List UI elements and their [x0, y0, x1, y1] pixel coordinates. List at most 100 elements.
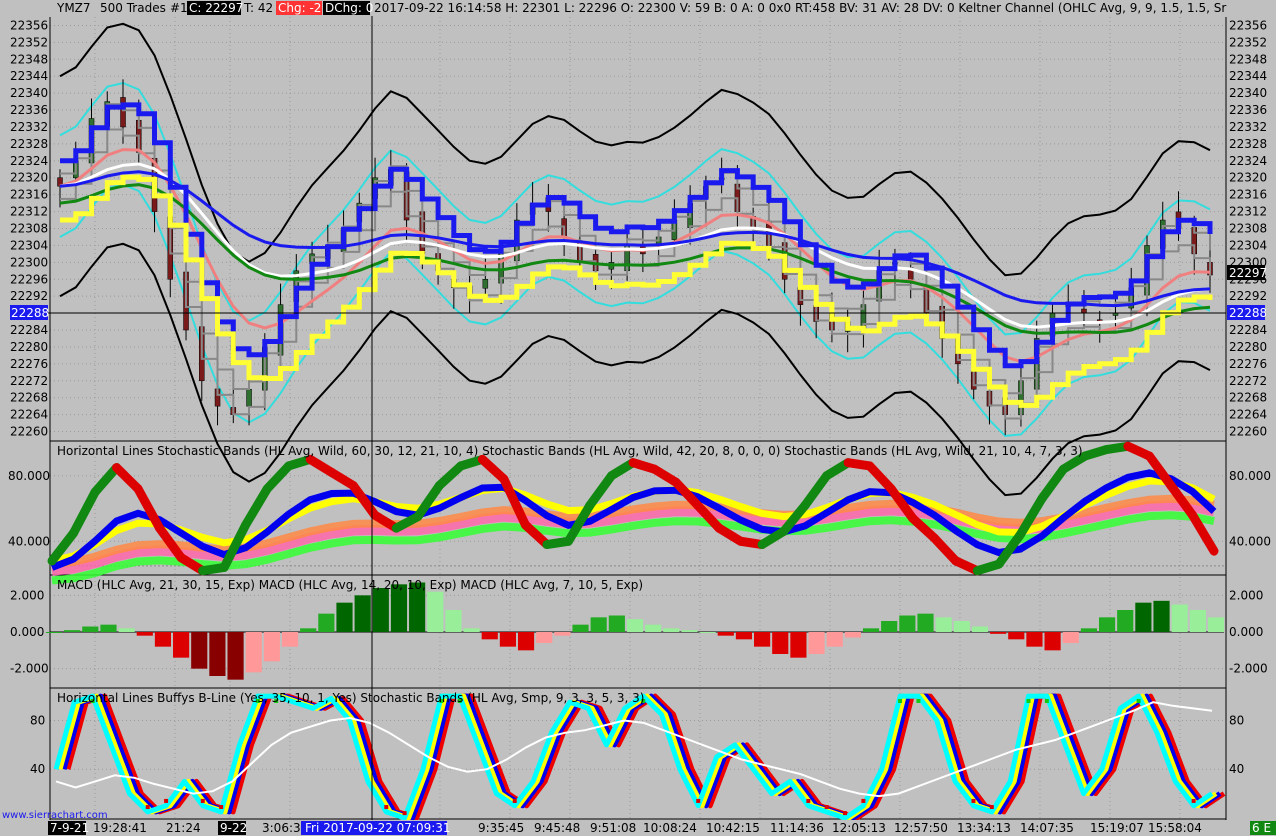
price-tick-label-right: 22276	[1229, 357, 1267, 371]
buffy-dot-red	[989, 805, 994, 810]
stoch-tick-label-right: 80.000	[1229, 469, 1271, 483]
buffy-dot-red	[164, 798, 169, 803]
buffy-tick-label-right: 40	[1229, 762, 1244, 776]
macd-bar-negative	[536, 632, 553, 643]
macd-bar-positive	[118, 628, 135, 632]
macd-bar-positive	[1135, 602, 1152, 632]
macd-tick-label-right: -2.000	[1229, 662, 1268, 676]
macd-bar-negative	[227, 632, 244, 680]
header-chg: Chg: -2	[278, 1, 321, 15]
macd-bar-positive	[1171, 604, 1188, 632]
macd-bar-positive	[1098, 617, 1116, 632]
time-tick-label: 10:08:24	[643, 821, 697, 835]
macd-bar-positive	[445, 610, 462, 632]
macd-tick-label-left: 0.000	[10, 625, 44, 639]
buffy-dot-red	[843, 811, 848, 816]
macd-bar-positive	[935, 617, 952, 632]
macd-bar-negative	[772, 632, 789, 654]
price-tick-label-left: 22260	[10, 425, 48, 439]
watermark: www.sierrachart.com	[2, 810, 108, 821]
macd-bar-positive	[899, 615, 916, 632]
time-tick-label: 14:07:35	[1020, 821, 1074, 835]
buffy-dot-green	[916, 698, 921, 703]
macd-bar-negative	[1044, 632, 1061, 651]
macd-bar-positive	[1189, 610, 1206, 632]
time-tick-label: 9:45:48	[534, 821, 580, 835]
time-tick-label: 21:24	[166, 821, 201, 835]
macd-bar-positive	[590, 617, 607, 632]
buffy-dot-red	[861, 798, 866, 803]
macd-bar-positive	[82, 626, 99, 632]
macd-bar-negative	[263, 632, 280, 662]
price-tick-label-right: 22284	[1229, 323, 1267, 337]
stoch-tick-label-left: 40.000	[8, 534, 50, 548]
macd-bar-negative	[499, 632, 516, 647]
price-tick-label-left: 22304	[10, 238, 48, 252]
macd-bar-negative	[826, 632, 843, 647]
stoch-pane-title: Horizontal Lines Stochastic Bands (HL Av…	[57, 444, 1083, 458]
macd-bar-positive	[1117, 610, 1134, 632]
macd-bar-negative	[717, 632, 734, 636]
price-tick-label-right: 22304	[1229, 238, 1267, 252]
macd-bar-negative	[1062, 632, 1079, 643]
macd-bar-positive	[663, 628, 680, 632]
macd-bar-positive	[572, 624, 589, 632]
macd-bar-negative	[844, 632, 861, 638]
time-tick-label: 13:34:13	[957, 821, 1011, 835]
price-tick-label-right: 22264	[1229, 408, 1267, 422]
macd-bar-positive	[1153, 600, 1170, 632]
macd-bar-negative	[191, 632, 208, 669]
macd-bar-negative	[554, 632, 571, 636]
macd-bar-positive	[953, 621, 970, 632]
time-tick-label: 3:06:3	[262, 821, 301, 835]
buffy-dot-red	[806, 798, 811, 803]
price-tick-label-left: 22324	[10, 154, 48, 168]
current-price-tag: 22297	[1229, 266, 1267, 280]
time-tick-label: 9-22	[220, 821, 247, 835]
macd-bar-positive	[354, 595, 371, 632]
price-tick-label-right: 22272	[1229, 374, 1267, 388]
time-tick-label: 19:28:41	[93, 821, 147, 835]
macd-pane-title: MACD (HLC Avg, 21, 30, 15, Exp) MACD (HL…	[57, 578, 643, 592]
macd-bar-negative	[754, 632, 771, 647]
price-tick-label-right: 22356	[1229, 18, 1267, 32]
time-tick-label: 12:57:50	[894, 821, 948, 835]
price-tick-label-left: 22308	[10, 222, 48, 236]
time-start-tag: 7-9-21	[50, 821, 89, 835]
price-tick-label-right: 22312	[1229, 205, 1267, 219]
time-tick-label: 10:42:15	[706, 821, 760, 835]
macd-bar-positive	[1207, 617, 1225, 632]
buffy-dot-red	[219, 805, 224, 810]
macd-bar-negative	[481, 632, 498, 640]
buffy-dot-red	[696, 798, 701, 803]
buffy-dot-red	[200, 798, 205, 803]
candle-down	[1081, 308, 1087, 314]
macd-bar-negative	[173, 632, 190, 658]
crosshair-price-tag-left: 22288	[11, 306, 49, 320]
macd-bar-positive	[336, 602, 353, 632]
buffy-dot-red	[824, 805, 829, 810]
time-end-tag: 6 E	[1252, 821, 1271, 835]
crosshair-time-tag: Fri 2017-09-22 07:09:31	[305, 821, 451, 835]
macd-bar-positive	[318, 613, 335, 632]
macd-bar-positive	[100, 624, 117, 632]
buffy-dot-green	[1136, 698, 1141, 703]
buffy-dot-red	[384, 805, 389, 810]
buffy-dot-red	[145, 805, 150, 810]
price-tick-label-right: 22340	[1229, 86, 1267, 100]
price-tick-label-right: 22336	[1229, 103, 1267, 117]
price-tick-label-left: 22356	[10, 18, 48, 32]
buffy-tick-label-left: 80	[30, 713, 45, 727]
candle-up	[246, 388, 252, 407]
buffy-dot-green	[1026, 698, 1031, 703]
chart-canvas[interactable]: YMZ7 500 Trades #1 C: 22297 T: 42 Chg: -…	[0, 0, 1276, 836]
macd-bar-negative	[990, 632, 1007, 634]
macd-bar-negative	[735, 632, 753, 640]
price-tick-label-right: 22292	[1229, 289, 1267, 303]
header-t: T: 42	[243, 1, 273, 15]
chart-header: YMZ7 500 Trades #1 C: 22297 T: 42 Chg: -…	[0, 0, 1276, 16]
price-tick-label-left: 22336	[10, 103, 48, 117]
macd-bar-negative	[808, 632, 825, 654]
macd-bar-negative	[209, 632, 226, 676]
time-tick-label: 11:14:36	[770, 821, 824, 835]
